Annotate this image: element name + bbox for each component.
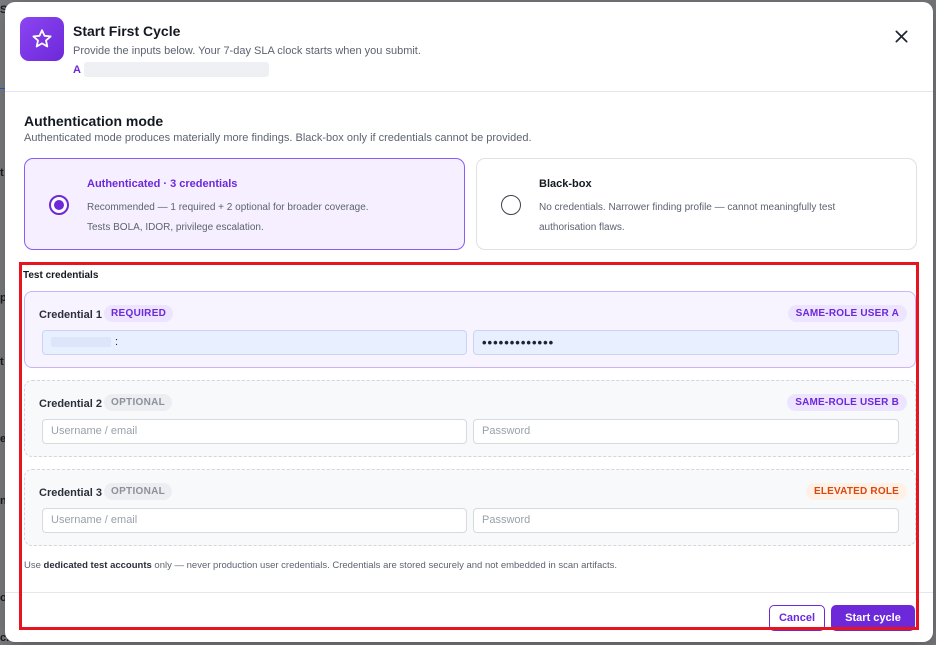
credential-label: Credential 2 bbox=[39, 398, 102, 410]
credential-card-2: Credential 2 OPTIONAL SAME-ROLE USER B U… bbox=[24, 380, 916, 457]
username-field-2[interactable]: Username / email bbox=[42, 419, 467, 444]
star-icon bbox=[32, 29, 52, 48]
start-cycle-modal: Start First Cycle Provide the inputs bel… bbox=[5, 2, 933, 642]
credential-card-3: Credential 3 OPTIONAL ELEVATED ROLE User… bbox=[24, 469, 916, 546]
username-value: : bbox=[115, 336, 119, 348]
mode-option-description: Recommended — 1 required + 2 optional fo… bbox=[87, 202, 369, 213]
radio-authenticated[interactable] bbox=[49, 195, 69, 215]
username-field-1[interactable]: : bbox=[42, 330, 467, 355]
mode-option-name: Authenticated · 3 credentials bbox=[87, 178, 238, 190]
modal-logo bbox=[20, 17, 64, 61]
password-field-1[interactable]: ••••••••••••• bbox=[473, 330, 899, 355]
mode-option-description: No credentials. Narrower finding profile… bbox=[539, 202, 836, 213]
background-text: t bbox=[0, 356, 4, 368]
test-credentials-title: Test credentials bbox=[23, 270, 99, 281]
background-text: t bbox=[0, 167, 4, 179]
credential-label: Credential 3 bbox=[39, 487, 102, 499]
password-field-2[interactable]: Password bbox=[473, 419, 899, 444]
credentials-footnote: Use dedicated test accounts only — never… bbox=[24, 560, 617, 571]
mode-option-description: authorisation flaws. bbox=[539, 222, 625, 233]
footnote-emphasis: dedicated test accounts bbox=[43, 560, 152, 571]
role-badge: SAME-ROLE USER A bbox=[787, 305, 907, 322]
modal-header: Start First Cycle Provide the inputs bel… bbox=[5, 2, 933, 92]
auth-mode-subtitle: Authenticated mode produces materially m… bbox=[24, 132, 532, 144]
role-badge: SAME-ROLE USER B bbox=[787, 394, 907, 411]
auth-mode-title: Authentication mode bbox=[24, 113, 164, 129]
modal-subtitle: Provide the inputs below. Your 7-day SLA… bbox=[73, 45, 421, 57]
mode-option-authenticated[interactable]: Authenticated · 3 credentials Recommende… bbox=[24, 158, 465, 250]
credential-label: Credential 1 bbox=[39, 309, 102, 321]
close-icon[interactable] bbox=[894, 29, 909, 44]
username-redacted bbox=[51, 337, 111, 348]
target-redacted bbox=[84, 62, 269, 77]
username-field-3[interactable]: Username / email bbox=[42, 508, 467, 533]
mode-option-description: Tests BOLA, IDOR, privilege escalation. bbox=[87, 222, 264, 233]
footnote-text: Use bbox=[24, 560, 44, 571]
radio-black-box[interactable] bbox=[501, 195, 521, 215]
optional-badge: OPTIONAL bbox=[104, 483, 173, 500]
role-badge: ELEVATED ROLE bbox=[805, 483, 907, 500]
modal-title: Start First Cycle bbox=[73, 23, 181, 39]
footnote-text: only — never production user credentials… bbox=[151, 560, 618, 571]
mode-option-black-box[interactable]: Black-box No credentials. Narrower findi… bbox=[476, 158, 917, 250]
close-button[interactable] bbox=[889, 24, 913, 48]
password-field-3[interactable]: Password bbox=[473, 508, 899, 533]
footer-divider bbox=[5, 592, 933, 593]
optional-badge: OPTIONAL bbox=[104, 394, 173, 411]
required-badge: REQUIRED bbox=[104, 305, 174, 322]
password-value: ••••••••••••• bbox=[482, 335, 555, 350]
target-name: A bbox=[73, 64, 81, 76]
cancel-button[interactable]: Cancel bbox=[769, 605, 825, 631]
mode-option-name: Black-box bbox=[539, 178, 592, 190]
credential-card-1: Credential 1 REQUIRED SAME-ROLE USER A :… bbox=[24, 291, 916, 368]
start-cycle-button[interactable]: Start cycle bbox=[831, 605, 915, 631]
